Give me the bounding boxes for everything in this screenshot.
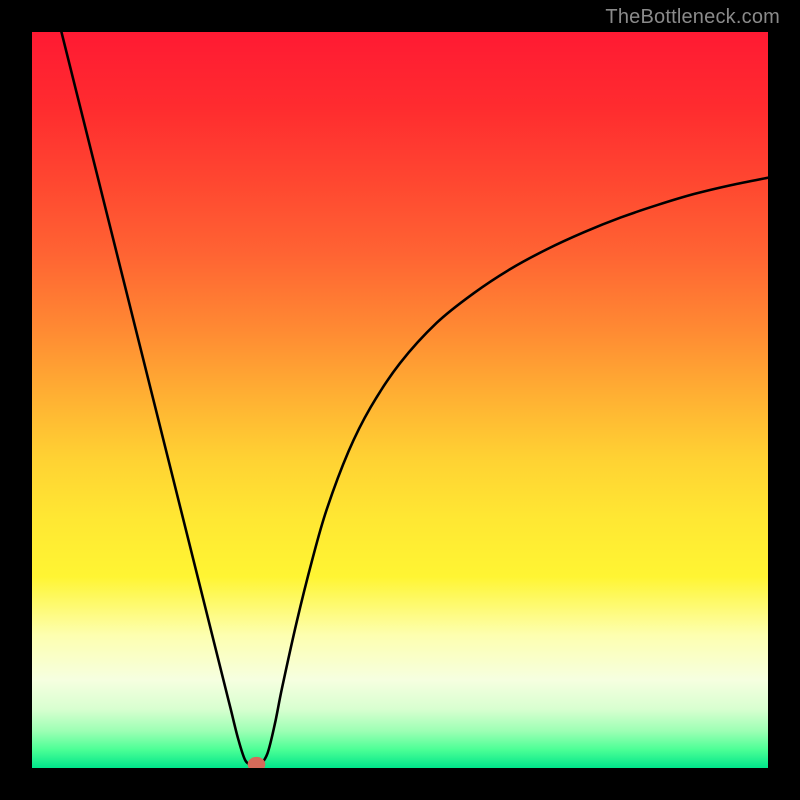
gradient-rect bbox=[32, 32, 768, 768]
gradient-layer bbox=[32, 32, 768, 768]
plot-area bbox=[32, 32, 768, 768]
watermark-text: TheBottleneck.com bbox=[605, 6, 780, 29]
chart-frame: TheBottleneck.com bbox=[0, 0, 800, 800]
